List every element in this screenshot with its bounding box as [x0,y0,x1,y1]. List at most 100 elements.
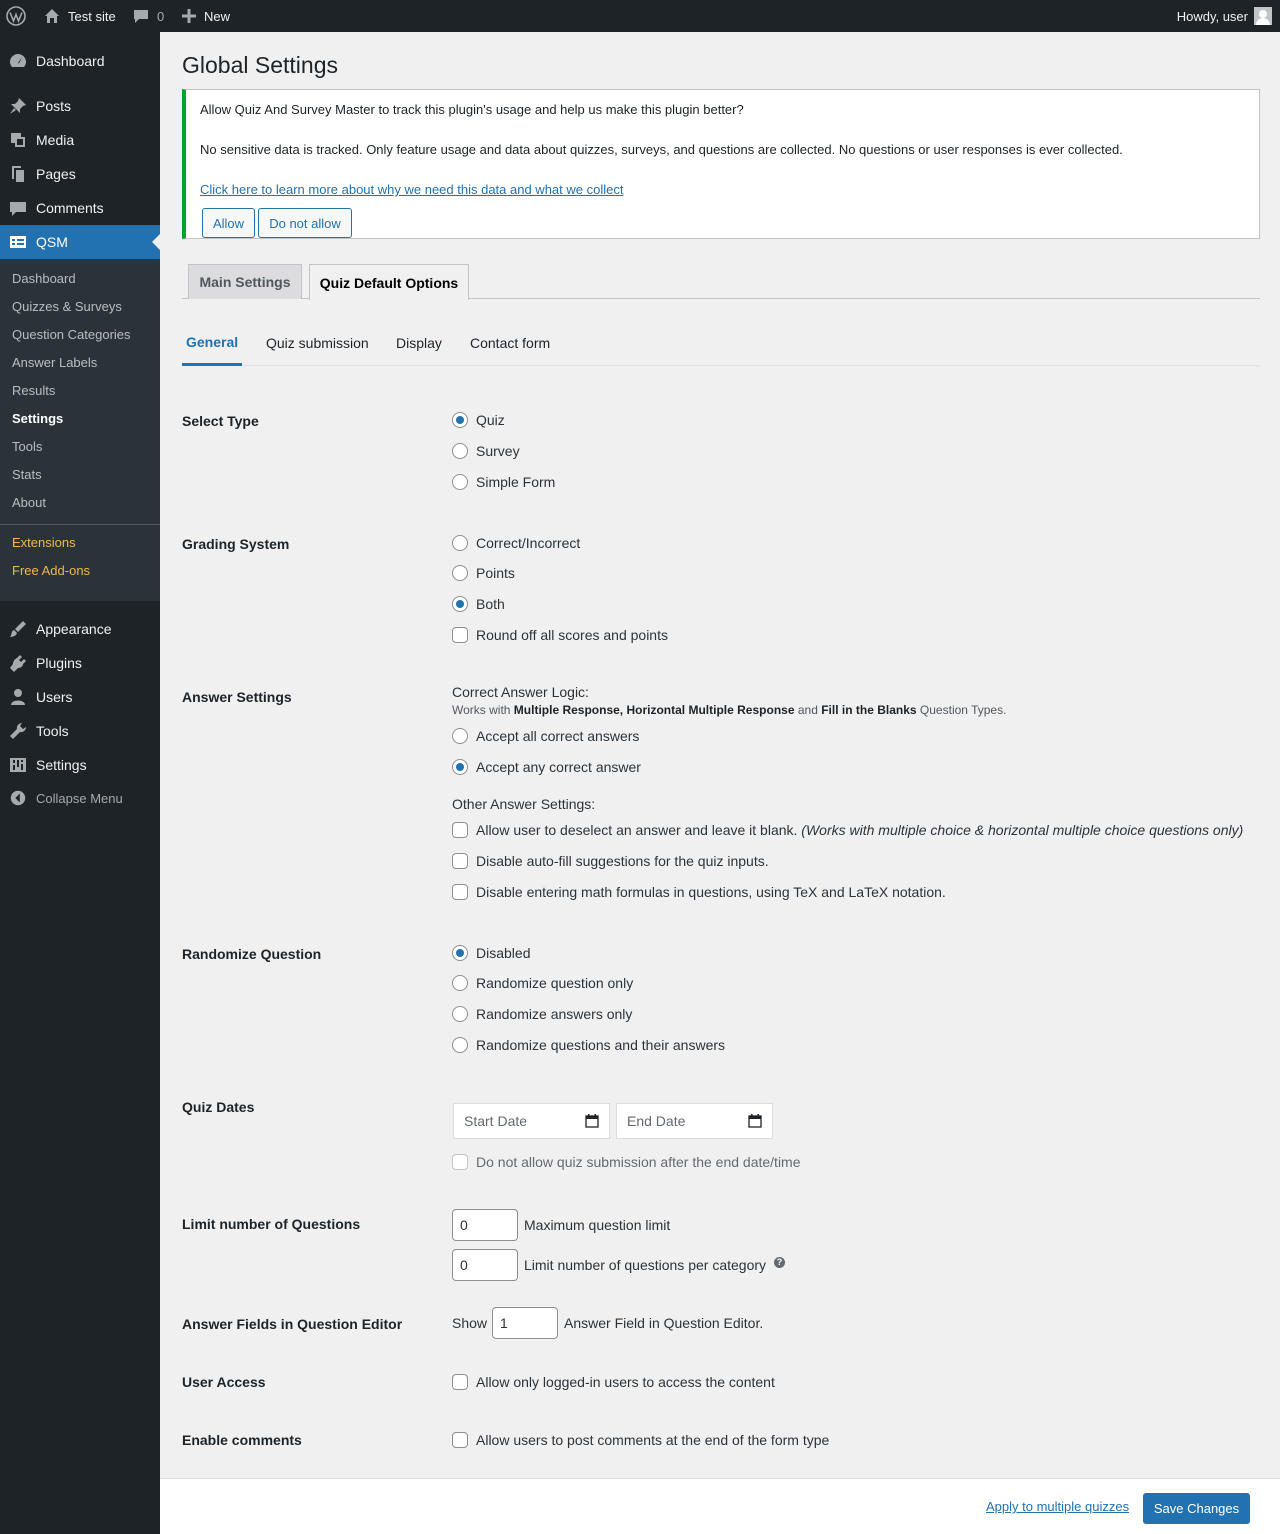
post-comments-checkbox[interactable]: Allow users to post comments at the end … [452,1430,829,1450]
radio[interactable] [452,975,468,991]
radio[interactable] [452,1006,468,1022]
sidebar-item-posts[interactable]: Posts [0,89,160,123]
site-name-link[interactable]: Test site [44,0,116,32]
tab-quiz-default-options[interactable]: Quiz Default Options [309,264,469,300]
submenu-free-addons[interactable]: Free Add-ons [12,556,90,584]
checkbox[interactable] [452,822,468,838]
option-label: Do not allow quiz submission after the e… [476,1154,801,1170]
help-icon[interactable]: ? [774,1256,786,1268]
radio-selected[interactable] [452,945,468,961]
date-inputs: Start Date End Date [453,1103,783,1139]
checkbox[interactable] [452,627,468,643]
sidebar-item-settings[interactable]: Settings [0,748,160,782]
do-not-allow-button[interactable]: Do not allow [258,208,352,238]
sidebar-item-tools[interactable]: Tools [0,714,160,748]
plugin-icon [0,653,36,673]
checkbox[interactable] [452,853,468,869]
checkbox[interactable] [452,1154,468,1170]
per-category-limit-input[interactable]: 0 [452,1249,518,1281]
end-date-input[interactable]: End Date [616,1103,773,1139]
deselect-checkbox[interactable]: Allow user to deselect an answer and lea… [452,820,1243,840]
sidebar-item-pages[interactable]: Pages [0,157,160,191]
submenu-question-categories[interactable]: Question Categories [12,320,131,348]
grading-points-radio[interactable]: Points [452,563,515,583]
grading-both-radio[interactable]: Both [452,594,505,614]
answer-fields-input[interactable]: 1 [492,1307,559,1339]
account-menu[interactable]: Howdy, user [1177,0,1272,32]
save-changes-button[interactable]: Save Changes [1143,1493,1250,1524]
logged-in-only-checkbox[interactable]: Allow only logged-in users to access the… [452,1372,775,1392]
radio-selected[interactable] [452,412,468,428]
radio[interactable] [452,474,468,490]
learn-more-link[interactable]: Click here to learn more about why we ne… [200,182,623,197]
tab-main-settings[interactable]: Main Settings [188,264,302,299]
radio-selected[interactable] [452,596,468,612]
randomize-question-radio[interactable]: Randomize question only [452,973,633,993]
sidebar-item-label: Dashboard [36,53,105,69]
submenu-answer-labels[interactable]: Answer Labels [12,348,97,376]
checkbox[interactable] [452,1374,468,1390]
apply-to-multiple-link[interactable]: Apply to multiple quizzes [986,1499,1129,1514]
submenu-results[interactable]: Results [12,376,55,404]
qsm-submenu: Dashboard Quizzes & Surveys Question Cat… [0,259,160,601]
calendar-icon[interactable] [585,1114,599,1128]
sidebar-item-dashboard[interactable]: Dashboard [0,44,160,78]
option-label: Points [476,565,515,581]
type-quiz-radio[interactable]: Quiz [452,410,505,430]
subtab-quiz-submission[interactable]: Quiz submission [266,320,369,366]
radio-selected[interactable] [452,759,468,775]
option-label: Accept any correct answer [476,759,641,775]
works-with-note: Works with Multiple Response, Horizontal… [452,701,1006,719]
randomize-both-radio[interactable]: Randomize questions and their answers [452,1035,725,1055]
submenu-stats[interactable]: Stats [12,460,42,488]
submenu-dashboard[interactable]: Dashboard [12,264,76,292]
sidebar-item-appearance[interactable]: Appearance [0,612,160,646]
sidebar-item-media[interactable]: Media [0,123,160,157]
submenu-extensions[interactable]: Extensions [12,528,76,556]
accept-all-radio[interactable]: Accept all correct answers [452,726,639,746]
wordpress-logo-icon[interactable] [6,0,28,32]
calendar-icon[interactable] [748,1114,762,1128]
new-content-link[interactable]: New [182,0,230,32]
sidebar-item-label: Collapse Menu [36,790,123,806]
randomize-answers-radio[interactable]: Randomize answers only [452,1004,632,1024]
subtab-contact-form[interactable]: Contact form [470,320,550,366]
sidebar-item-comments[interactable]: Comments [0,191,160,225]
radio[interactable] [452,1037,468,1053]
start-date-input[interactable]: Start Date [453,1103,610,1139]
sidebar-item-plugins[interactable]: Plugins [0,646,160,680]
randomize-disabled-radio[interactable]: Disabled [452,943,530,963]
home-icon [44,8,60,24]
radio[interactable] [452,443,468,459]
accept-any-radio[interactable]: Accept any correct answer [452,757,641,777]
type-simple-form-radio[interactable]: Simple Form [452,472,555,492]
autofill-checkbox[interactable]: Disable auto-fill suggestions for the qu… [452,851,769,871]
sidebar-item-label: QSM [36,234,68,250]
math-checkbox[interactable]: Disable entering math formulas in questi… [452,882,946,902]
subtab-display[interactable]: Display [396,320,442,366]
round-off-checkbox[interactable]: Round off all scores and points [452,625,668,645]
sidebar-item-qsm[interactable]: QSM [0,225,160,259]
checkbox[interactable] [452,884,468,900]
no-submit-after-end-checkbox[interactable]: Do not allow quiz submission after the e… [452,1152,801,1172]
submenu-settings[interactable]: Settings [12,404,63,432]
sidebar-item-users[interactable]: Users [0,680,160,714]
collapse-menu-button[interactable]: Collapse Menu [0,781,160,815]
submenu-about[interactable]: About [12,488,46,516]
max-question-limit-input[interactable]: 0 [452,1209,518,1241]
radio[interactable] [452,728,468,744]
radio[interactable] [452,535,468,551]
grading-correct-radio[interactable]: Correct/Incorrect [452,533,580,553]
sidebar-item-label: Tools [36,723,69,739]
notice-line-2: No sensitive data is tracked. Only featu… [200,142,1123,157]
type-survey-radio[interactable]: Survey [452,441,520,461]
radio[interactable] [452,565,468,581]
allow-button[interactable]: Allow [202,208,255,238]
option-label: Correct/Incorrect [476,535,581,551]
comments-link[interactable]: 0 [133,0,164,32]
submenu-tools[interactable]: Tools [12,432,42,460]
checkbox[interactable] [452,1432,468,1448]
note-text: Question Types. [919,703,1007,717]
submenu-quizzes-surveys[interactable]: Quizzes & Surveys [12,292,122,320]
subtab-general[interactable]: General [182,320,243,366]
